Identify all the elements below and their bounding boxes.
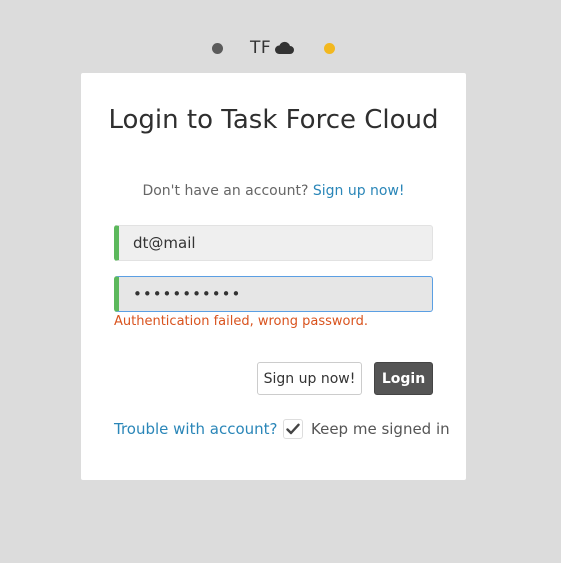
password-field[interactable] [114, 276, 433, 312]
logo-text: TF [250, 38, 272, 58]
status-dot-gray [212, 43, 223, 54]
signup-button[interactable]: Sign up now! [257, 362, 362, 395]
error-message: Authentication failed, wrong password. [114, 314, 368, 329]
keep-signed-in-toggle[interactable]: Keep me signed in [283, 417, 450, 441]
login-card: Login to Task Force Cloud Don't have an … [81, 73, 466, 480]
signup-link[interactable]: Sign up now! [313, 183, 405, 199]
check-icon [286, 423, 300, 435]
status-dot-yellow [324, 43, 335, 54]
no-account-text: Don't have an account? [142, 183, 309, 199]
signup-prompt: Don't have an account? Sign up now! [81, 183, 466, 199]
cloud-icon [274, 41, 295, 55]
trouble-link[interactable]: Trouble with account? [114, 420, 277, 438]
page-title: Login to Task Force Cloud [108, 105, 439, 135]
logo: TF [250, 36, 295, 60]
keep-signed-in-checkbox[interactable] [283, 419, 303, 439]
email-field[interactable] [114, 225, 433, 261]
keep-signed-in-label: Keep me signed in [311, 420, 450, 438]
login-button[interactable]: Login [374, 362, 433, 395]
brand-header: TF [0, 36, 561, 60]
